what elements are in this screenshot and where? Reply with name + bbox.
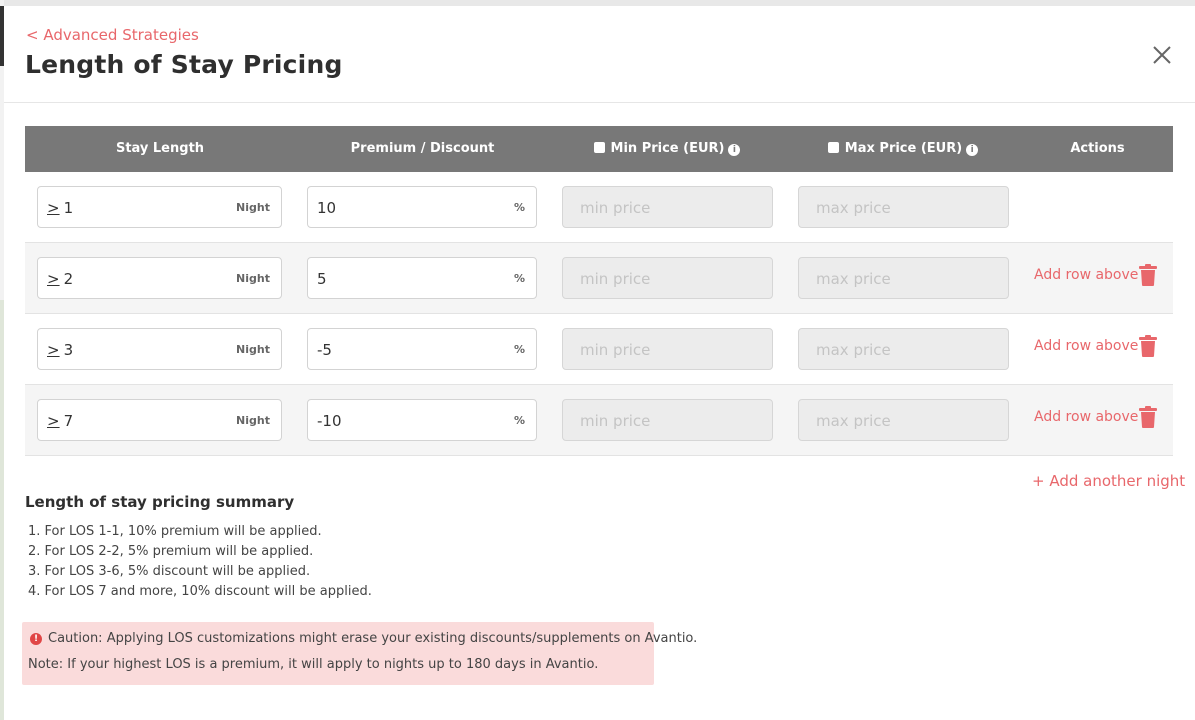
col-max-price: Max Price (EUR) i xyxy=(798,126,1008,172)
premium-value: 10 xyxy=(317,199,337,217)
summary-item: 4. For LOS 7 and more, 10% discount will… xyxy=(28,584,372,599)
trash-icon[interactable] xyxy=(1139,264,1157,286)
gte-symbol: > xyxy=(47,199,60,217)
night-unit: Night xyxy=(236,343,270,356)
gte-symbol: > xyxy=(47,341,60,359)
col-actions: Actions xyxy=(1070,141,1125,156)
info-icon[interactable]: i xyxy=(728,144,741,156)
min-price-field[interactable]: min price xyxy=(562,186,773,228)
max-price-field[interactable]: max price xyxy=(798,257,1009,299)
premium-field[interactable]: 5 % xyxy=(307,257,537,299)
max-price-field[interactable]: max price xyxy=(798,328,1009,370)
trash-icon[interactable] xyxy=(1139,335,1157,357)
min-price-placeholder: min price xyxy=(580,199,651,217)
col-stay-length: Stay Length xyxy=(115,141,205,156)
stay-length-value: 1 xyxy=(63,199,74,217)
min-price-placeholder: min price xyxy=(580,412,651,430)
col-min-price: Min Price (EUR) i xyxy=(562,126,772,172)
table-row: >3 Night -5 % min price max price Add ro… xyxy=(25,314,1173,385)
stay-length-field[interactable]: >1 Night xyxy=(37,186,282,228)
night-unit: Night xyxy=(236,201,270,214)
los-modal: < Advanced Strategies Length of Stay Pri… xyxy=(4,6,1195,720)
max-price-field[interactable]: max price xyxy=(798,399,1009,441)
premium-field[interactable]: -5 % xyxy=(307,328,537,370)
add-another-night-button[interactable]: + Add another night xyxy=(1032,472,1185,490)
max-price-label: Max Price (EUR) xyxy=(844,141,963,156)
back-link[interactable]: < Advanced Strategies xyxy=(26,26,199,44)
premium-value: -5 xyxy=(317,341,332,359)
trash-icon[interactable] xyxy=(1139,406,1157,428)
summary-title: Length of stay pricing summary xyxy=(25,493,295,511)
summary-item: 1. For LOS 1-1, 10% premium will be appl… xyxy=(28,524,322,539)
percent-unit: % xyxy=(513,414,525,427)
stay-length-value: 3 xyxy=(63,341,74,359)
night-unit: Night xyxy=(236,414,270,427)
premium-field[interactable]: -10 % xyxy=(307,399,537,441)
summary-list: 1. For LOS 1-1, 10% premium will be appl… xyxy=(28,522,372,602)
summary-item: 3. For LOS 3-6, 5% discount will be appl… xyxy=(28,564,311,579)
max-price-placeholder: max price xyxy=(816,341,891,359)
max-price-placeholder: max price xyxy=(816,412,891,430)
col-premium-discount: Premium / Discount xyxy=(350,141,495,156)
stay-length-value: 7 xyxy=(63,412,74,430)
page-title: Length of Stay Pricing xyxy=(25,50,343,79)
los-table: Stay Length Premium / Discount Min Price… xyxy=(25,126,1173,456)
alert-icon: ! xyxy=(30,633,42,645)
add-row-above-button[interactable]: Add row above xyxy=(1034,409,1138,425)
max-price-checkbox[interactable] xyxy=(827,142,839,153)
note-text: Note: If your highest LOS is a premium, … xyxy=(28,657,599,672)
stay-length-value: 2 xyxy=(63,270,74,288)
max-price-placeholder: max price xyxy=(816,199,891,217)
min-price-checkbox[interactable] xyxy=(593,142,605,153)
max-price-placeholder: max price xyxy=(816,270,891,288)
close-icon[interactable] xyxy=(1149,42,1175,68)
min-price-placeholder: min price xyxy=(580,270,651,288)
percent-unit: % xyxy=(513,272,525,285)
header-divider xyxy=(4,102,1195,103)
premium-value: 5 xyxy=(317,270,327,288)
premium-value: -10 xyxy=(317,412,342,430)
gte-symbol: > xyxy=(47,270,60,288)
max-price-field[interactable]: max price xyxy=(798,186,1009,228)
min-price-field[interactable]: min price xyxy=(562,328,773,370)
gte-symbol: > xyxy=(47,412,60,430)
night-unit: Night xyxy=(236,272,270,285)
add-row-above-button[interactable]: Add row above xyxy=(1034,267,1138,283)
stay-length-field[interactable]: >7 Night xyxy=(37,399,282,441)
stay-length-field[interactable]: >2 Night xyxy=(37,257,282,299)
premium-field[interactable]: 10 % xyxy=(307,186,537,228)
min-price-field[interactable]: min price xyxy=(562,399,773,441)
table-header: Stay Length Premium / Discount Min Price… xyxy=(25,126,1173,172)
table-row: >1 Night 10 % min price max price xyxy=(25,172,1173,243)
percent-unit: % xyxy=(513,343,525,356)
min-price-placeholder: min price xyxy=(580,341,651,359)
summary-item: 2. For LOS 2-2, 5% premium will be appli… xyxy=(28,544,314,559)
table-row: >7 Night -10 % min price max price Add r… xyxy=(25,385,1173,456)
info-icon[interactable]: i xyxy=(966,144,979,156)
caution-alert: ! Caution: Applying LOS customizations m… xyxy=(22,622,697,685)
caution-text: Caution: Applying LOS customizations mig… xyxy=(48,631,698,646)
table-row: >2 Night 5 % min price max price Add row… xyxy=(25,243,1173,314)
percent-unit: % xyxy=(513,201,525,214)
add-row-above-button[interactable]: Add row above xyxy=(1034,338,1138,354)
stay-length-field[interactable]: >3 Night xyxy=(37,328,282,370)
min-price-label: Min Price (EUR) xyxy=(610,141,725,156)
min-price-field[interactable]: min price xyxy=(562,257,773,299)
